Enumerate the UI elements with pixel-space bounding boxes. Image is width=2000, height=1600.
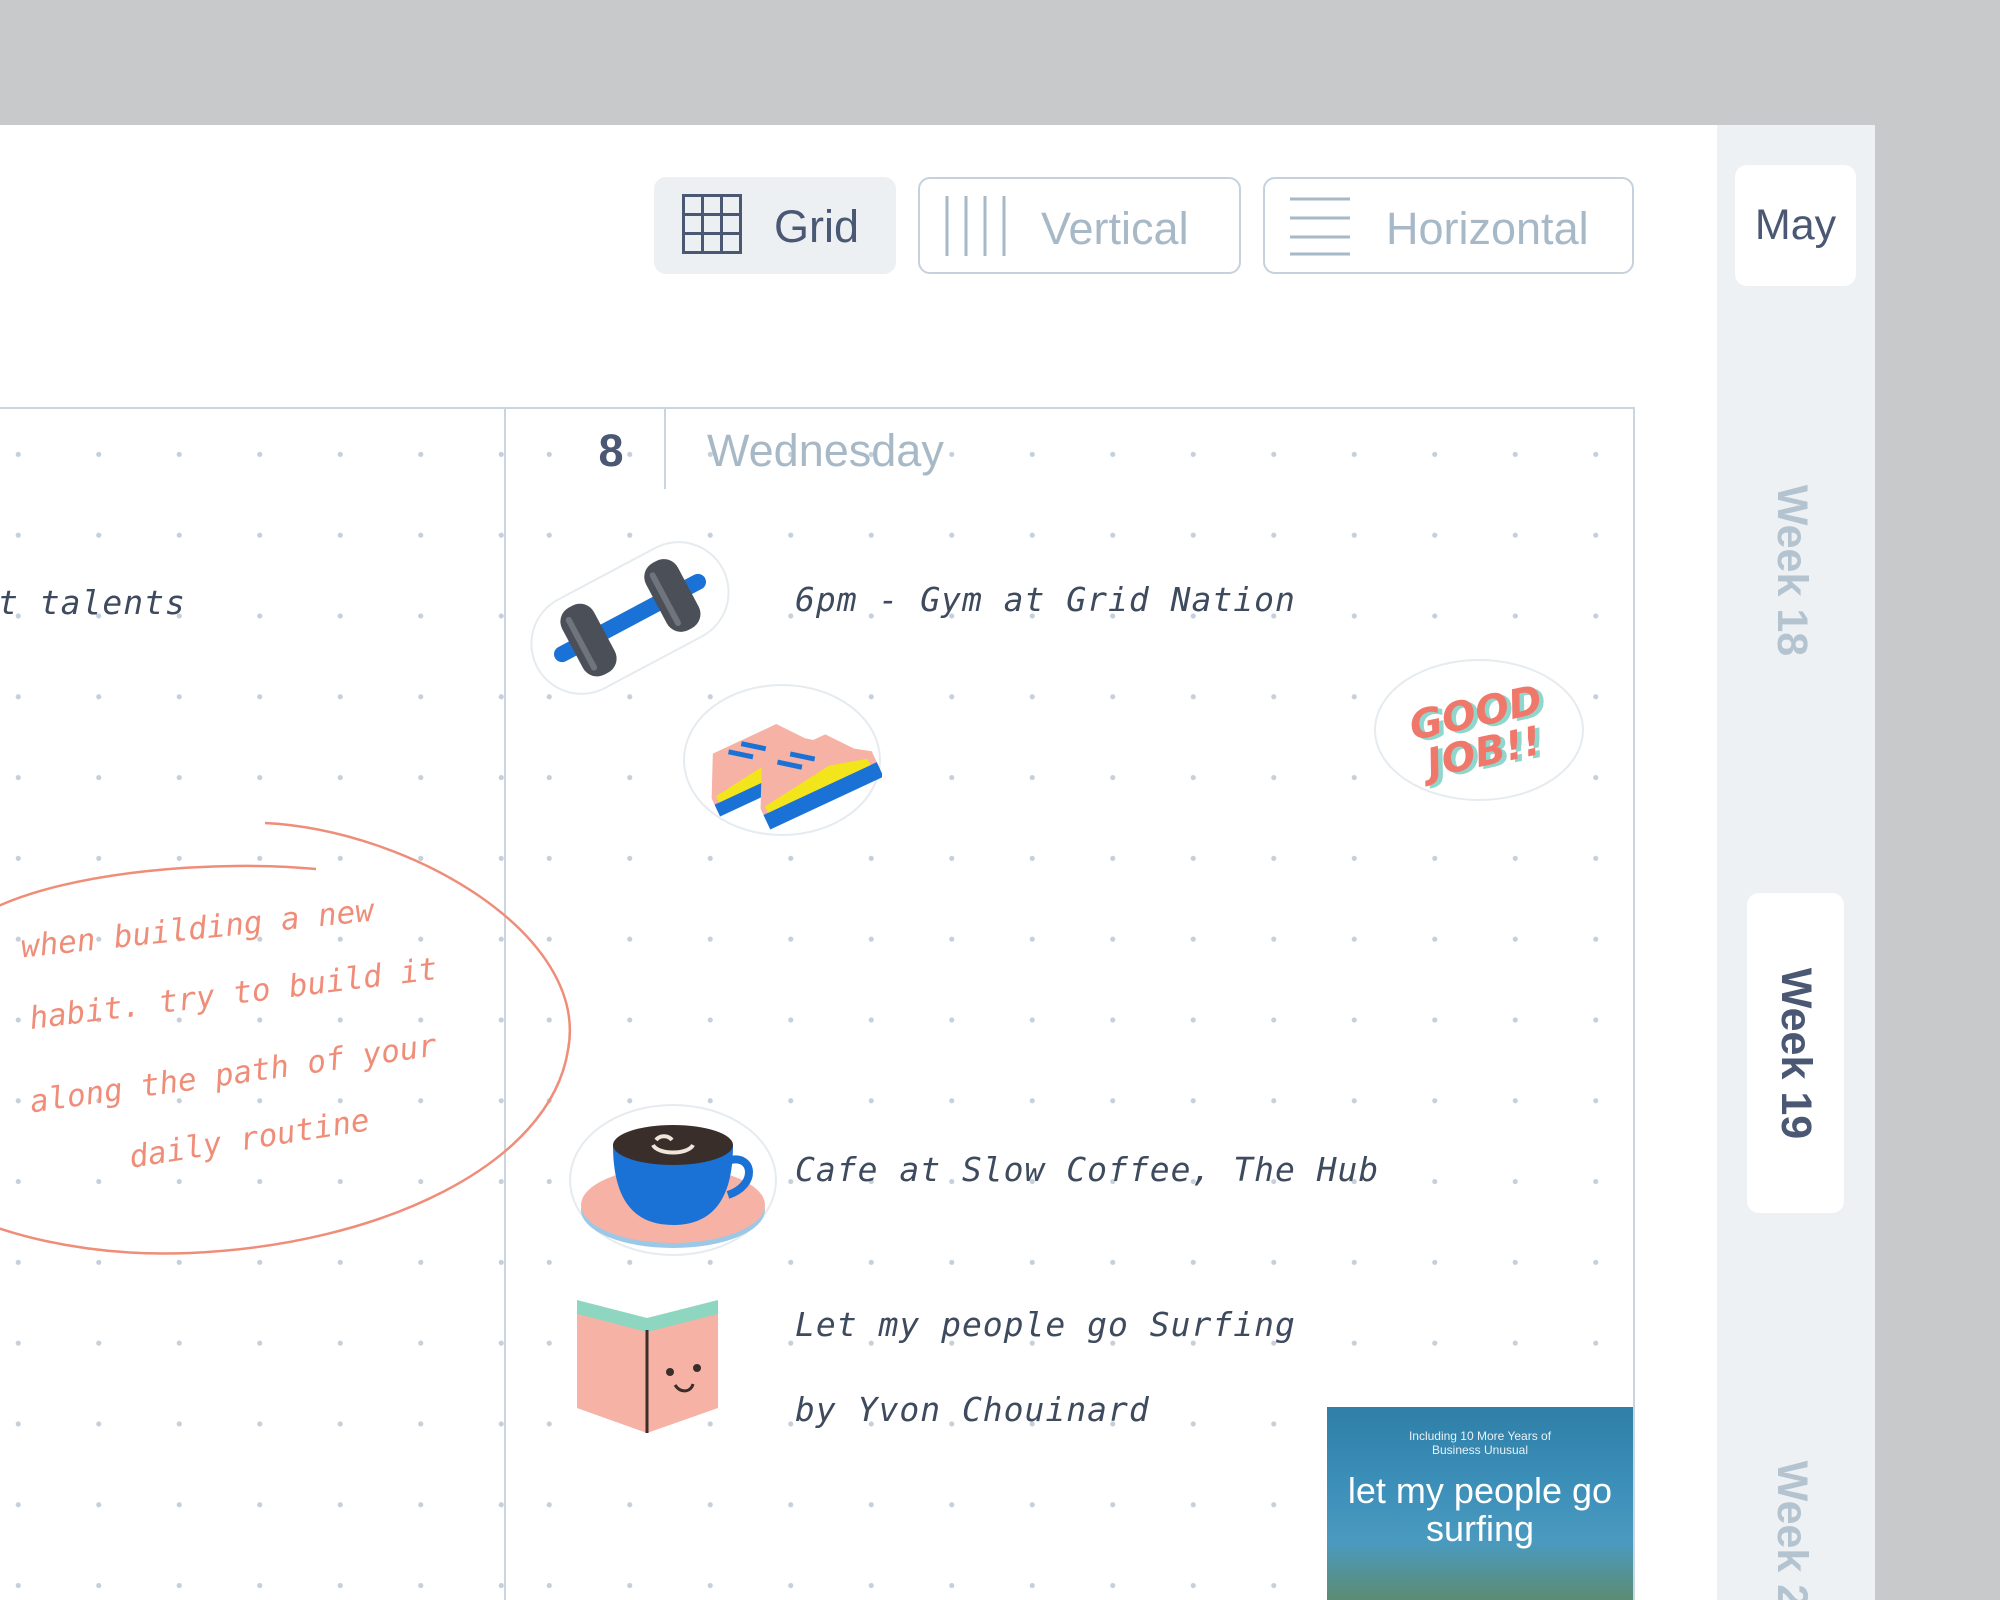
week-tab-18[interactable]: Week 18 [1761, 400, 1823, 740]
day-header-divider [664, 407, 666, 489]
good-job-sticker[interactable]: GOOD JOB!! [1372, 655, 1587, 805]
grid-view-button[interactable]: Grid [654, 177, 896, 274]
book-cover-subtitle: Including 10 More Years of Business Unus… [1408, 1429, 1552, 1457]
week-tab-20-label: Week 2 [1768, 1460, 1817, 1600]
week-tab-19-label: Week 19 [1772, 967, 1821, 1139]
day-number: 8 [598, 425, 624, 476]
horizontal-view-button[interactable]: Horizontal [1263, 177, 1634, 274]
book-entry-author[interactable]: by Yvon Chouinard [795, 1390, 1150, 1429]
week-tab-19[interactable]: Week 19 [1747, 893, 1844, 1213]
gym-entry[interactable]: 6pm - Gym at Grid Nation [795, 580, 1296, 619]
book-cover-image[interactable]: Including 10 More Years of Business Unus… [1327, 1407, 1633, 1600]
horizontal-lines-icon [1290, 197, 1350, 256]
cafe-entry[interactable]: Cafe at Slow Coffee, The Hub [795, 1150, 1379, 1189]
vertical-view-button[interactable]: Vertical [918, 177, 1241, 274]
grid-icon [682, 194, 742, 254]
week-tab-18-label: Week 18 [1768, 484, 1817, 656]
book-face-icon[interactable] [575, 1290, 720, 1435]
day-name: Wednesday [707, 425, 944, 476]
coffee-cup-icon[interactable] [568, 1100, 783, 1260]
book-cover-title: let my people go surfing [1347, 1470, 1613, 1549]
vertical-lines-icon [945, 196, 1006, 256]
sidebar [1717, 125, 1875, 1600]
horizontal-view-label: Horizontal [1386, 203, 1589, 254]
week-tab-20[interactable]: Week 2 [1761, 1440, 1823, 1600]
book-entry-title[interactable]: Let my people go Surfing [795, 1305, 1296, 1344]
month-tab[interactable]: May [1735, 165, 1856, 286]
grid-view-label: Grid [774, 201, 860, 252]
sneakers-icon[interactable] [682, 670, 882, 840]
vertical-view-label: Vertical [1041, 203, 1189, 254]
left-column-text[interactable]: t talents [0, 583, 186, 622]
